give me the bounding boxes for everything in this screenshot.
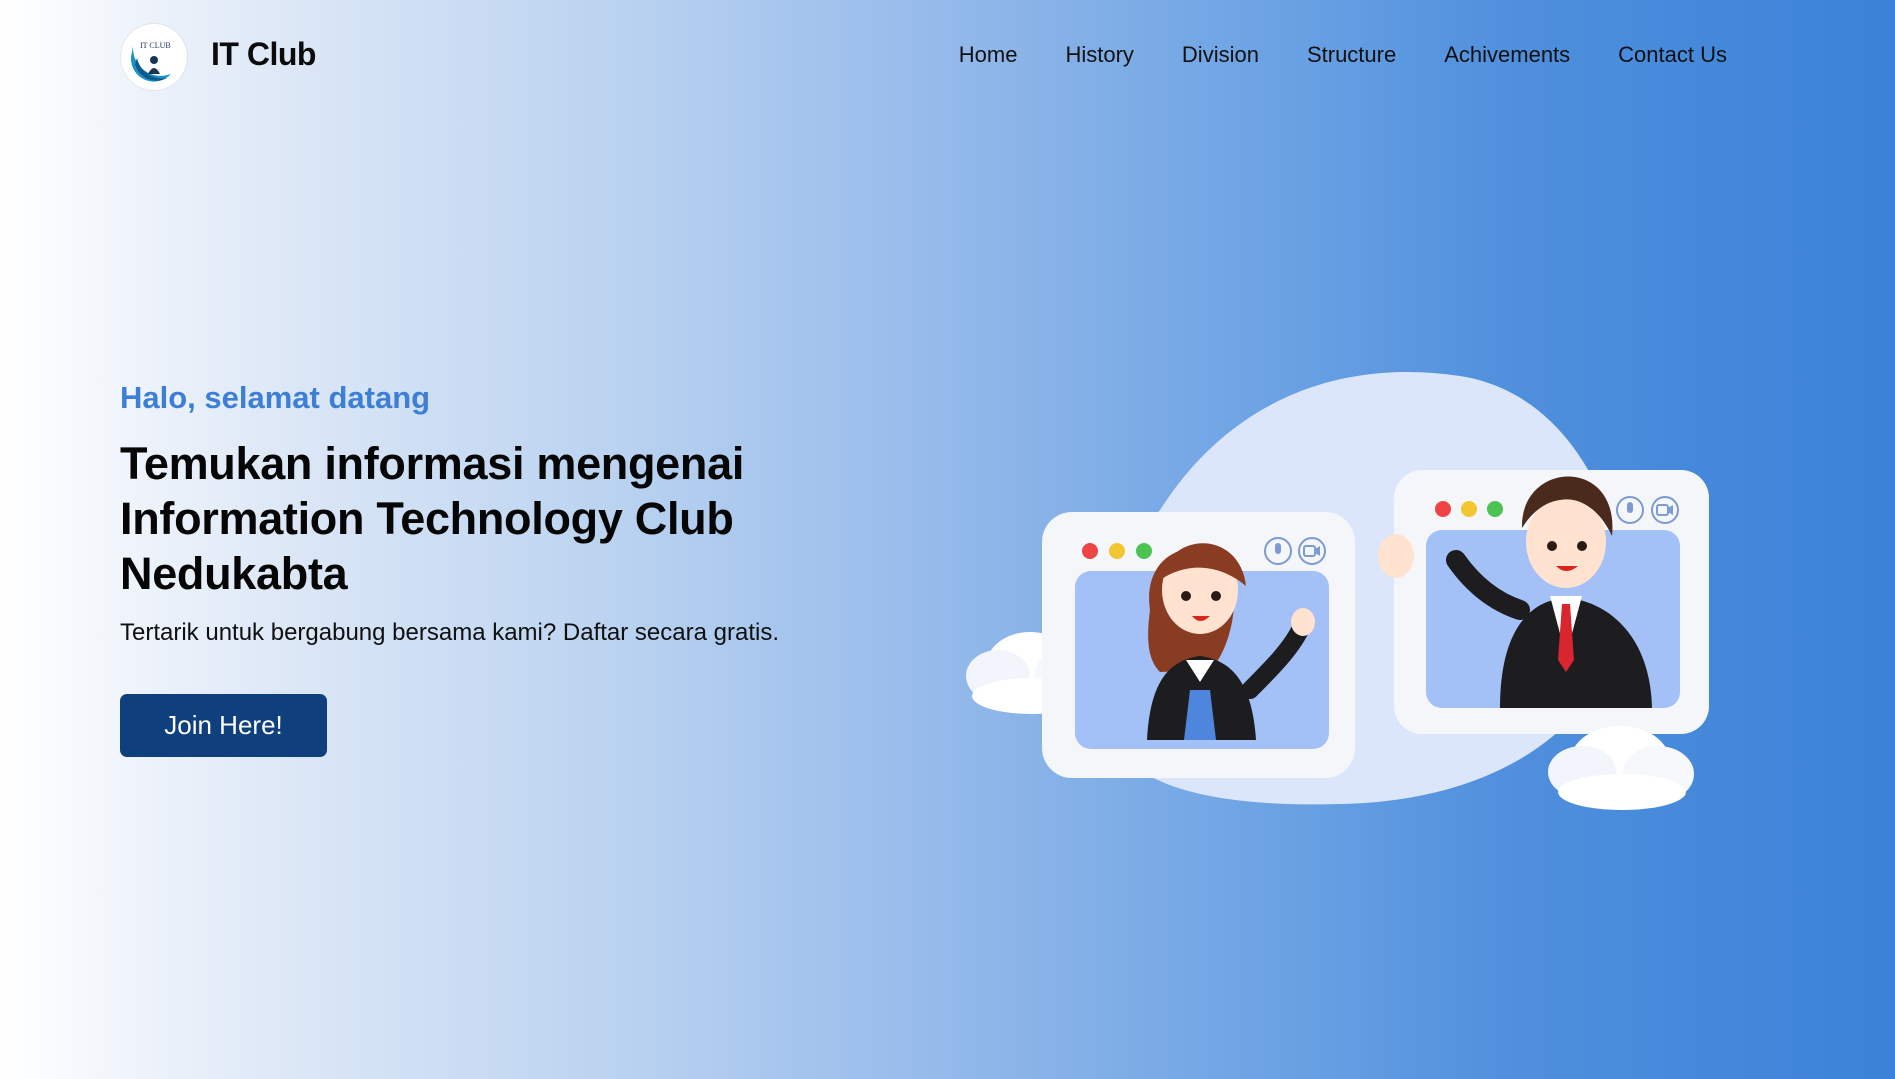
nav-item-home: Home — [959, 42, 1018, 68]
hero-title: Temukan informasi mengenai Information T… — [120, 438, 745, 599]
nav-item-division: Division — [1182, 42, 1259, 68]
window-close-dot — [1435, 501, 1451, 517]
brand-name[interactable]: IT Club — [211, 36, 316, 73]
video-window-right — [1378, 470, 1709, 734]
hero-illustration — [960, 360, 1740, 820]
navbar: IT CLUB IT Club Home History Division St… — [0, 0, 1895, 115]
logo-lettering: IT CLUB — [140, 41, 171, 50]
logo-graphic: IT CLUB — [123, 26, 185, 88]
nav-item-structure: Structure — [1307, 42, 1396, 68]
join-button[interactable]: Join Here! — [120, 694, 327, 757]
hero-greeting: Halo, selamat datang — [120, 380, 431, 415]
logo-icon[interactable]: IT CLUB — [121, 24, 187, 90]
cloud-icon-right — [1548, 726, 1694, 810]
video-window-left — [1042, 512, 1355, 778]
nav-link-division[interactable]: Division — [1182, 42, 1259, 67]
nav-link-contact[interactable]: Contact Us — [1618, 42, 1727, 67]
nav-link-history[interactable]: History — [1065, 42, 1133, 67]
hero-subtitle: Tertarik untuk bergabung bersama kami? D… — [120, 619, 779, 646]
video-call-illustration — [966, 371, 1709, 810]
window-maximize-dot — [1136, 543, 1152, 559]
nav-link-structure[interactable]: Structure — [1307, 42, 1396, 67]
nav-item-contact: Contact Us — [1618, 42, 1727, 68]
nav-link-home[interactable]: Home — [959, 42, 1018, 67]
nav-item-achivements: Achivements — [1444, 42, 1570, 68]
nav-menu: Home History Division Structure Achiveme… — [959, 42, 1727, 68]
hero-section: Halo, selamat datang Temukan informasi m… — [120, 380, 920, 647]
window-minimize-dot — [1109, 543, 1125, 559]
nav-item-history: History — [1065, 42, 1133, 68]
window-maximize-dot — [1487, 501, 1503, 517]
nav-link-achivements[interactable]: Achivements — [1444, 42, 1570, 67]
window-close-dot — [1082, 543, 1098, 559]
window-minimize-dot — [1461, 501, 1477, 517]
